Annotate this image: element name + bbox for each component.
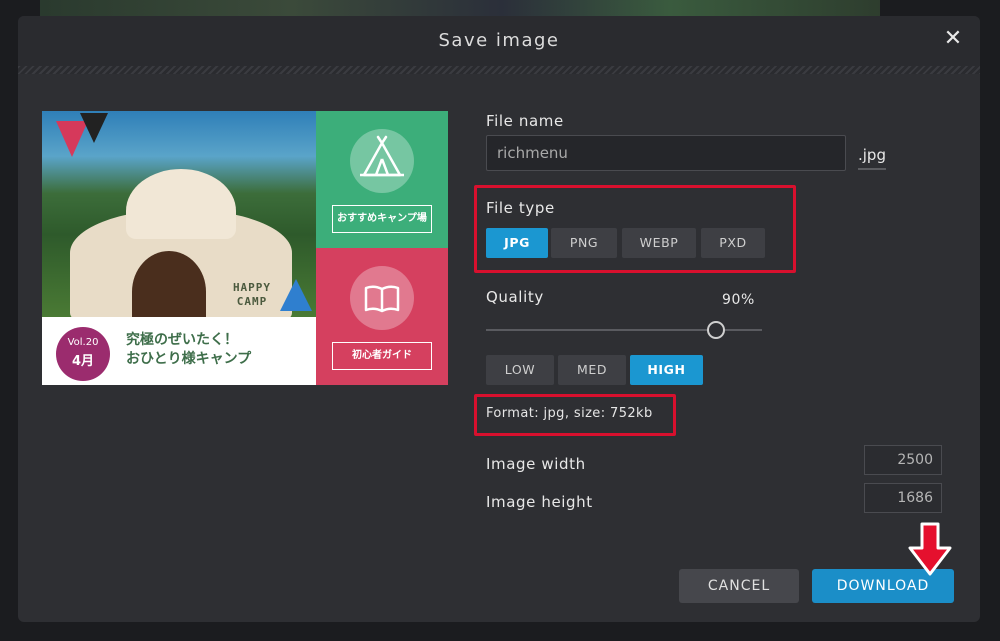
tile-guide-label: 初心者ガイド xyxy=(332,342,432,370)
file-name-input[interactable] xyxy=(486,135,846,171)
image-width-input[interactable] xyxy=(864,445,942,475)
file-type-pxd-button[interactable]: PXD xyxy=(701,228,765,258)
cancel-button[interactable]: CANCEL xyxy=(679,569,799,603)
book-icon xyxy=(350,266,414,330)
image-width-label: Image width xyxy=(486,455,586,473)
pennant-flag xyxy=(80,113,108,143)
preview-caption: Vol.20 4月 究極のぜいたく！ おひとり様キャンプ xyxy=(42,317,316,385)
quality-high-button[interactable]: HIGH xyxy=(630,355,703,385)
tent-lettering: HAPPY CAMP xyxy=(232,281,272,308)
tent-photo: HAPPY CAMP xyxy=(42,111,316,317)
pennant-flag xyxy=(280,279,312,311)
quality-low-button[interactable]: LOW xyxy=(486,355,554,385)
quality-med-button[interactable]: MED xyxy=(558,355,626,385)
quality-value: 90% xyxy=(722,292,755,308)
dialog-header: Save image ✕ xyxy=(18,16,980,66)
close-icon[interactable]: ✕ xyxy=(942,28,964,50)
background-image-strip xyxy=(40,0,880,16)
file-type-jpg-button[interactable]: JPG xyxy=(486,228,548,258)
dialog-title: Save image xyxy=(438,30,560,51)
tile-guide: 初心者ガイド xyxy=(316,248,448,385)
file-type-label: File type xyxy=(486,199,555,217)
quality-label: Quality xyxy=(486,288,544,306)
file-type-png-button[interactable]: PNG xyxy=(551,228,617,258)
tent-icon xyxy=(350,129,414,193)
save-image-dialog: Save image ✕ HAPPY CAMP Vol.20 4月 究極のぜいた… xyxy=(18,16,980,622)
arrow-down-icon xyxy=(908,522,952,576)
file-name-label: File name xyxy=(486,112,564,130)
file-extension: .jpg xyxy=(858,146,886,170)
image-height-input[interactable] xyxy=(864,483,942,513)
header-divider xyxy=(18,66,980,74)
caption-text: 究極のぜいたく！ おひとり様キャンプ xyxy=(126,332,252,367)
image-preview: HAPPY CAMP Vol.20 4月 究極のぜいたく！ おひとり様キャンプ xyxy=(42,111,448,385)
file-type-webp-button[interactable]: WEBP xyxy=(622,228,696,258)
image-height-label: Image height xyxy=(486,493,593,511)
tile-campsite: おすすめキャンプ場 xyxy=(316,111,448,248)
format-info: Format: jpg, size: 752kb xyxy=(486,406,653,421)
tile-campsite-label: おすすめキャンプ場 xyxy=(332,205,432,233)
volume-badge: Vol.20 4月 xyxy=(56,327,110,381)
quality-slider-handle[interactable] xyxy=(707,321,726,339)
tent-graphic: HAPPY CAMP xyxy=(70,169,292,317)
